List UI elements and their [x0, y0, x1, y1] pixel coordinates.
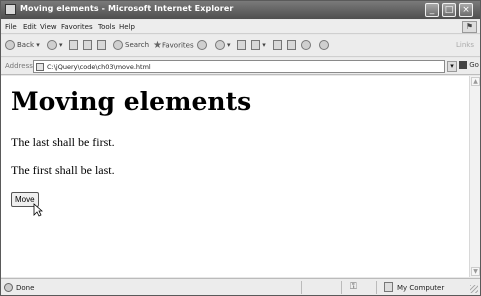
back-button[interactable]: Back ▾	[5, 40, 40, 50]
maximize-button[interactable]: □	[442, 3, 456, 17]
paragraph-first: The last shall be first.	[11, 135, 115, 149]
ie-page-icon	[5, 4, 16, 15]
messenger-icon	[301, 40, 311, 50]
favorites-button[interactable]: ★Favorites	[153, 40, 194, 51]
windows-logo-icon: ⚑	[462, 21, 477, 33]
address-input[interactable]: C:\jQuery\code\ch03\move.html	[33, 60, 445, 73]
refresh-button[interactable]	[83, 40, 92, 50]
browser-window: Moving elements - Microsoft Internet Exp…	[0, 0, 481, 296]
status-bar: Done ⚿ My Computer	[1, 278, 480, 295]
paragraph-second: The first shall be last.	[11, 163, 115, 177]
print-button[interactable]	[237, 40, 246, 50]
back-arrow-icon	[5, 40, 15, 50]
scroll-up-icon[interactable]: ▲	[471, 77, 480, 86]
security-icon: ⚿	[350, 282, 357, 292]
scroll-down-icon[interactable]: ▼	[471, 267, 480, 276]
done-page-icon	[4, 283, 13, 292]
search-button[interactable]: Search	[113, 40, 149, 50]
address-bar: Address C:\jQuery\code\ch03\move.html ▾ …	[1, 58, 480, 75]
home-icon	[97, 40, 106, 50]
mail-icon	[215, 40, 225, 50]
page-icon	[36, 63, 44, 71]
go-arrow-icon	[459, 61, 467, 69]
edit-icon	[251, 40, 260, 50]
research-button[interactable]	[287, 40, 296, 50]
menu-favorites[interactable]: Favorites	[61, 23, 93, 31]
history-button[interactable]	[197, 40, 209, 50]
menu-help[interactable]: Help	[119, 23, 135, 31]
discuss-icon	[273, 40, 282, 50]
forward-button[interactable]: ▾	[47, 40, 63, 50]
arrow-cursor-icon	[33, 203, 43, 217]
status-divider	[376, 281, 377, 294]
discuss-button[interactable]	[273, 40, 282, 50]
page-content: Moving elements The last shall be first.…	[1, 76, 469, 277]
stop-icon	[69, 40, 78, 50]
star-icon: ★	[153, 40, 162, 51]
refresh-icon	[83, 40, 92, 50]
address-label: Address	[5, 62, 33, 70]
menu-bar: File Edit View Favorites Tools Help ⚑	[1, 20, 480, 34]
extra-button[interactable]	[319, 40, 331, 50]
search-icon	[113, 40, 123, 50]
links-button[interactable]: Links	[456, 41, 474, 49]
status-text: Done	[16, 284, 35, 292]
resize-grip[interactable]	[470, 285, 478, 293]
messenger-button[interactable]	[301, 40, 313, 50]
forward-arrow-icon	[47, 40, 57, 50]
address-value: C:\jQuery\code\ch03\move.html	[47, 63, 151, 71]
menu-edit[interactable]: Edit	[23, 23, 37, 31]
vertical-scrollbar[interactable]: ▲ ▼	[469, 76, 480, 277]
edit-button[interactable]: ▾	[251, 40, 266, 50]
status-divider	[301, 281, 302, 294]
page-heading: Moving elements	[11, 87, 252, 116]
history-icon	[197, 40, 207, 50]
go-button[interactable]: Go	[459, 61, 479, 72]
mail-button[interactable]: ▾	[215, 40, 231, 50]
research-icon	[287, 40, 296, 50]
standard-toolbar: Back ▾ ▾ Search ★Favorites ▾ ▾ Links	[1, 35, 480, 57]
status-divider	[341, 281, 342, 294]
close-button[interactable]: ×	[459, 3, 473, 17]
chevron-down-icon[interactable]: ▾	[447, 61, 457, 72]
extra-tool-icon	[319, 40, 329, 50]
menu-view[interactable]: View	[40, 23, 57, 31]
title-bar: Moving elements - Microsoft Internet Exp…	[1, 1, 480, 19]
print-icon	[237, 40, 246, 50]
menu-tools[interactable]: Tools	[98, 23, 115, 31]
zone-text: My Computer	[397, 284, 445, 292]
back-label: Back	[17, 41, 34, 49]
stop-button[interactable]	[69, 40, 78, 50]
home-button[interactable]	[97, 40, 106, 50]
favorites-label: Favorites	[161, 41, 194, 50]
minimize-button[interactable]: _	[425, 3, 439, 17]
search-label: Search	[125, 41, 150, 49]
window-title: Moving elements - Microsoft Internet Exp…	[20, 4, 234, 13]
go-label: Go	[469, 61, 479, 69]
menu-file[interactable]: File	[5, 23, 17, 31]
computer-icon	[384, 282, 393, 292]
